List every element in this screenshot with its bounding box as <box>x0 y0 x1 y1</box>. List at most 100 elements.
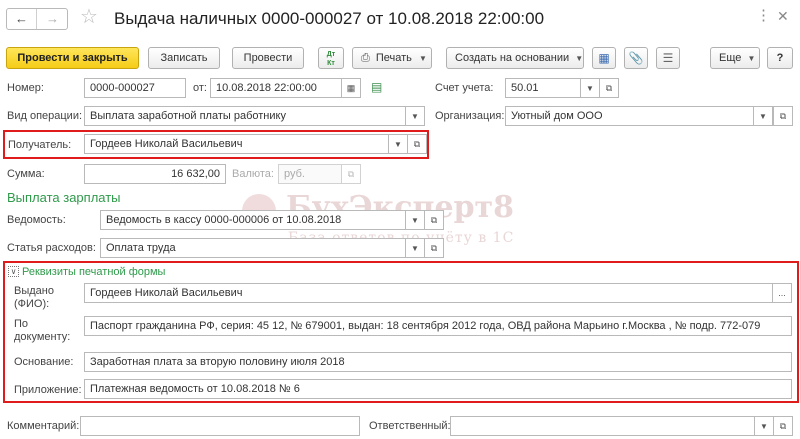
currency-open-button: ⧉ <box>341 164 361 184</box>
post-and-close-button[interactable]: Провести и закрыть <box>6 47 139 69</box>
issued-to-label: Выдано (ФИО): <box>14 285 54 311</box>
post-button[interactable]: Провести <box>232 47 304 69</box>
create-based-label: Создать на основании <box>455 52 570 64</box>
chevron-down-icon: ▼ <box>394 140 402 149</box>
number-field[interactable]: 0000-000027 <box>84 78 186 98</box>
back-button[interactable]: ← <box>7 9 37 29</box>
recipient-label: Получатель: <box>8 139 72 151</box>
more-vert-icon[interactable]: ⋮ <box>756 6 771 26</box>
expense-item-open-button[interactable]: ⧉ <box>424 238 444 258</box>
issued-to-label-line2: (ФИО): <box>14 298 50 310</box>
calendar-icon: ▦ <box>346 83 356 93</box>
account-dropdown-button[interactable]: ▼ <box>580 78 600 98</box>
more-label: Еще <box>719 52 742 64</box>
print-form-title[interactable]: Реквизиты печатной формы <box>22 266 165 278</box>
chevron-down-icon: ▼ <box>411 216 419 225</box>
operation-field[interactable]: Выплата заработной платы работнику <box>84 106 410 126</box>
basis-label: Основание: <box>14 356 74 368</box>
open-icon: ⧉ <box>779 421 787 431</box>
account-label: Счет учета: <box>435 82 494 94</box>
print-button[interactable]: ⎙ Печать ▼ <box>352 47 432 69</box>
expense-item-dropdown-button[interactable]: ▼ <box>405 238 425 258</box>
open-icon: ⧉ <box>413 139 421 149</box>
chevron-down-icon: ▼ <box>411 112 419 121</box>
calendar-button[interactable]: ▦ <box>341 78 361 98</box>
create-based-on-button[interactable]: Создать на основании ▼ <box>446 47 584 69</box>
expense-item-field[interactable]: Оплата труда <box>100 238 410 258</box>
close-icon[interactable]: ✕ <box>777 6 789 26</box>
recipient-field[interactable]: Гордеев Николай Васильевич <box>84 134 392 154</box>
expense-item-label: Статья расходов: <box>7 242 96 254</box>
operation-dropdown-button[interactable]: ▼ <box>405 106 425 126</box>
dt-kt-button[interactable]: Дт Кт <box>318 47 344 69</box>
recipient-open-button[interactable]: ⧉ <box>407 134 427 154</box>
more-button[interactable]: Еще ▼ <box>710 47 760 69</box>
organization-label: Организация: <box>435 110 505 122</box>
document-label-line1: По <box>14 318 29 330</box>
issued-to-select-button[interactable]: ... <box>772 283 792 303</box>
structure-button[interactable]: ▦ <box>592 47 616 69</box>
paperclip-icon: 📎 <box>628 51 644 65</box>
operation-label: Вид операции: <box>7 110 83 122</box>
open-icon: ⧉ <box>779 111 787 121</box>
help-button[interactable]: ? <box>767 47 793 69</box>
document-label-line2: документу: <box>14 331 71 343</box>
attachments-button[interactable]: 📎 <box>624 47 648 69</box>
responsible-open-button[interactable]: ⧉ <box>773 416 793 436</box>
chevron-down-icon: ▼ <box>411 244 419 253</box>
recipient-dropdown-button[interactable]: ▼ <box>388 134 408 154</box>
window-title: Выдача наличных 0000-000027 от 10.08.201… <box>114 9 545 28</box>
print-label: Печать <box>375 52 412 64</box>
comment-label: Комментарий: <box>7 420 80 432</box>
attachment-label: Приложение: <box>14 384 82 396</box>
organization-field[interactable]: Уютный дом ООО <box>505 106 757 126</box>
arrow-left-icon: ← <box>15 11 28 26</box>
open-icon: ⧉ <box>430 215 438 225</box>
responsible-dropdown-button[interactable]: ▼ <box>754 416 774 436</box>
responsible-field[interactable] <box>450 416 758 436</box>
currency-field: руб. <box>278 164 342 184</box>
document-label: По документу: <box>14 318 70 344</box>
number-label: Номер: <box>7 82 44 94</box>
report-button[interactable]: ☰ <box>656 47 680 69</box>
organization-dropdown-button[interactable]: ▼ <box>753 106 773 126</box>
chevron-down-icon: ∨ <box>10 267 17 276</box>
salary-section-title: Выплата зарплаты <box>7 190 121 205</box>
statement-dropdown-button[interactable]: ▼ <box>405 210 425 230</box>
save-button[interactable]: Записать <box>148 47 220 69</box>
favorite-star-icon[interactable]: ☆ <box>80 6 98 28</box>
issued-to-field[interactable]: Гордеев Николай Васильевич <box>84 283 774 303</box>
dt-kt-icon: Дт Кт <box>326 51 336 67</box>
chevron-down-icon: ▼ <box>760 422 768 431</box>
title-bar: ← → ☆ Выдача наличных 0000-000027 от 10.… <box>0 0 800 40</box>
structure-icon: ▦ <box>598 51 610 65</box>
issued-to-label-line1: Выдано <box>14 285 54 297</box>
sum-field[interactable]: 16 632,00 <box>84 164 226 184</box>
statement-open-button[interactable]: ⧉ <box>424 210 444 230</box>
date-label: от: <box>193 82 207 94</box>
chevron-down-icon: ▼ <box>759 112 767 121</box>
arrow-right-icon: → <box>46 11 59 26</box>
forward-button[interactable]: → <box>38 9 67 29</box>
account-field[interactable]: 50.01 <box>505 78 581 98</box>
date-field[interactable]: 10.08.2018 22:00:00 <box>210 78 342 98</box>
attachment-field[interactable]: Платежная ведомость от 10.08.2018 № 6 <box>84 379 792 399</box>
account-open-button[interactable]: ⧉ <box>599 78 619 98</box>
chevron-down-icon: ▼ <box>575 54 584 63</box>
open-icon: ⧉ <box>347 169 355 179</box>
statement-field[interactable]: Ведомость в кассу 0000-000006 от 10.08.2… <box>100 210 410 230</box>
nav-buttons: ← → <box>6 8 68 30</box>
chevron-down-icon: ▼ <box>418 54 427 63</box>
comment-field[interactable] <box>80 416 360 436</box>
printer-icon: ⎙ <box>361 52 370 64</box>
sum-label: Сумма: <box>7 168 45 180</box>
statement-label: Ведомость: <box>7 214 66 226</box>
document-field[interactable]: Паспорт гражданина РФ, серия: 45 12, № 6… <box>84 316 792 336</box>
open-icon: ⧉ <box>605 83 613 93</box>
post-status-icon: ▤ <box>371 80 383 94</box>
organization-open-button[interactable]: ⧉ <box>773 106 793 126</box>
chevron-down-icon: ▼ <box>586 84 594 93</box>
document-list-icon: ☰ <box>662 51 674 65</box>
basis-field[interactable]: Заработная плата за вторую половину июля… <box>84 352 792 372</box>
print-form-collapse-toggle[interactable]: ∨ <box>8 266 19 277</box>
